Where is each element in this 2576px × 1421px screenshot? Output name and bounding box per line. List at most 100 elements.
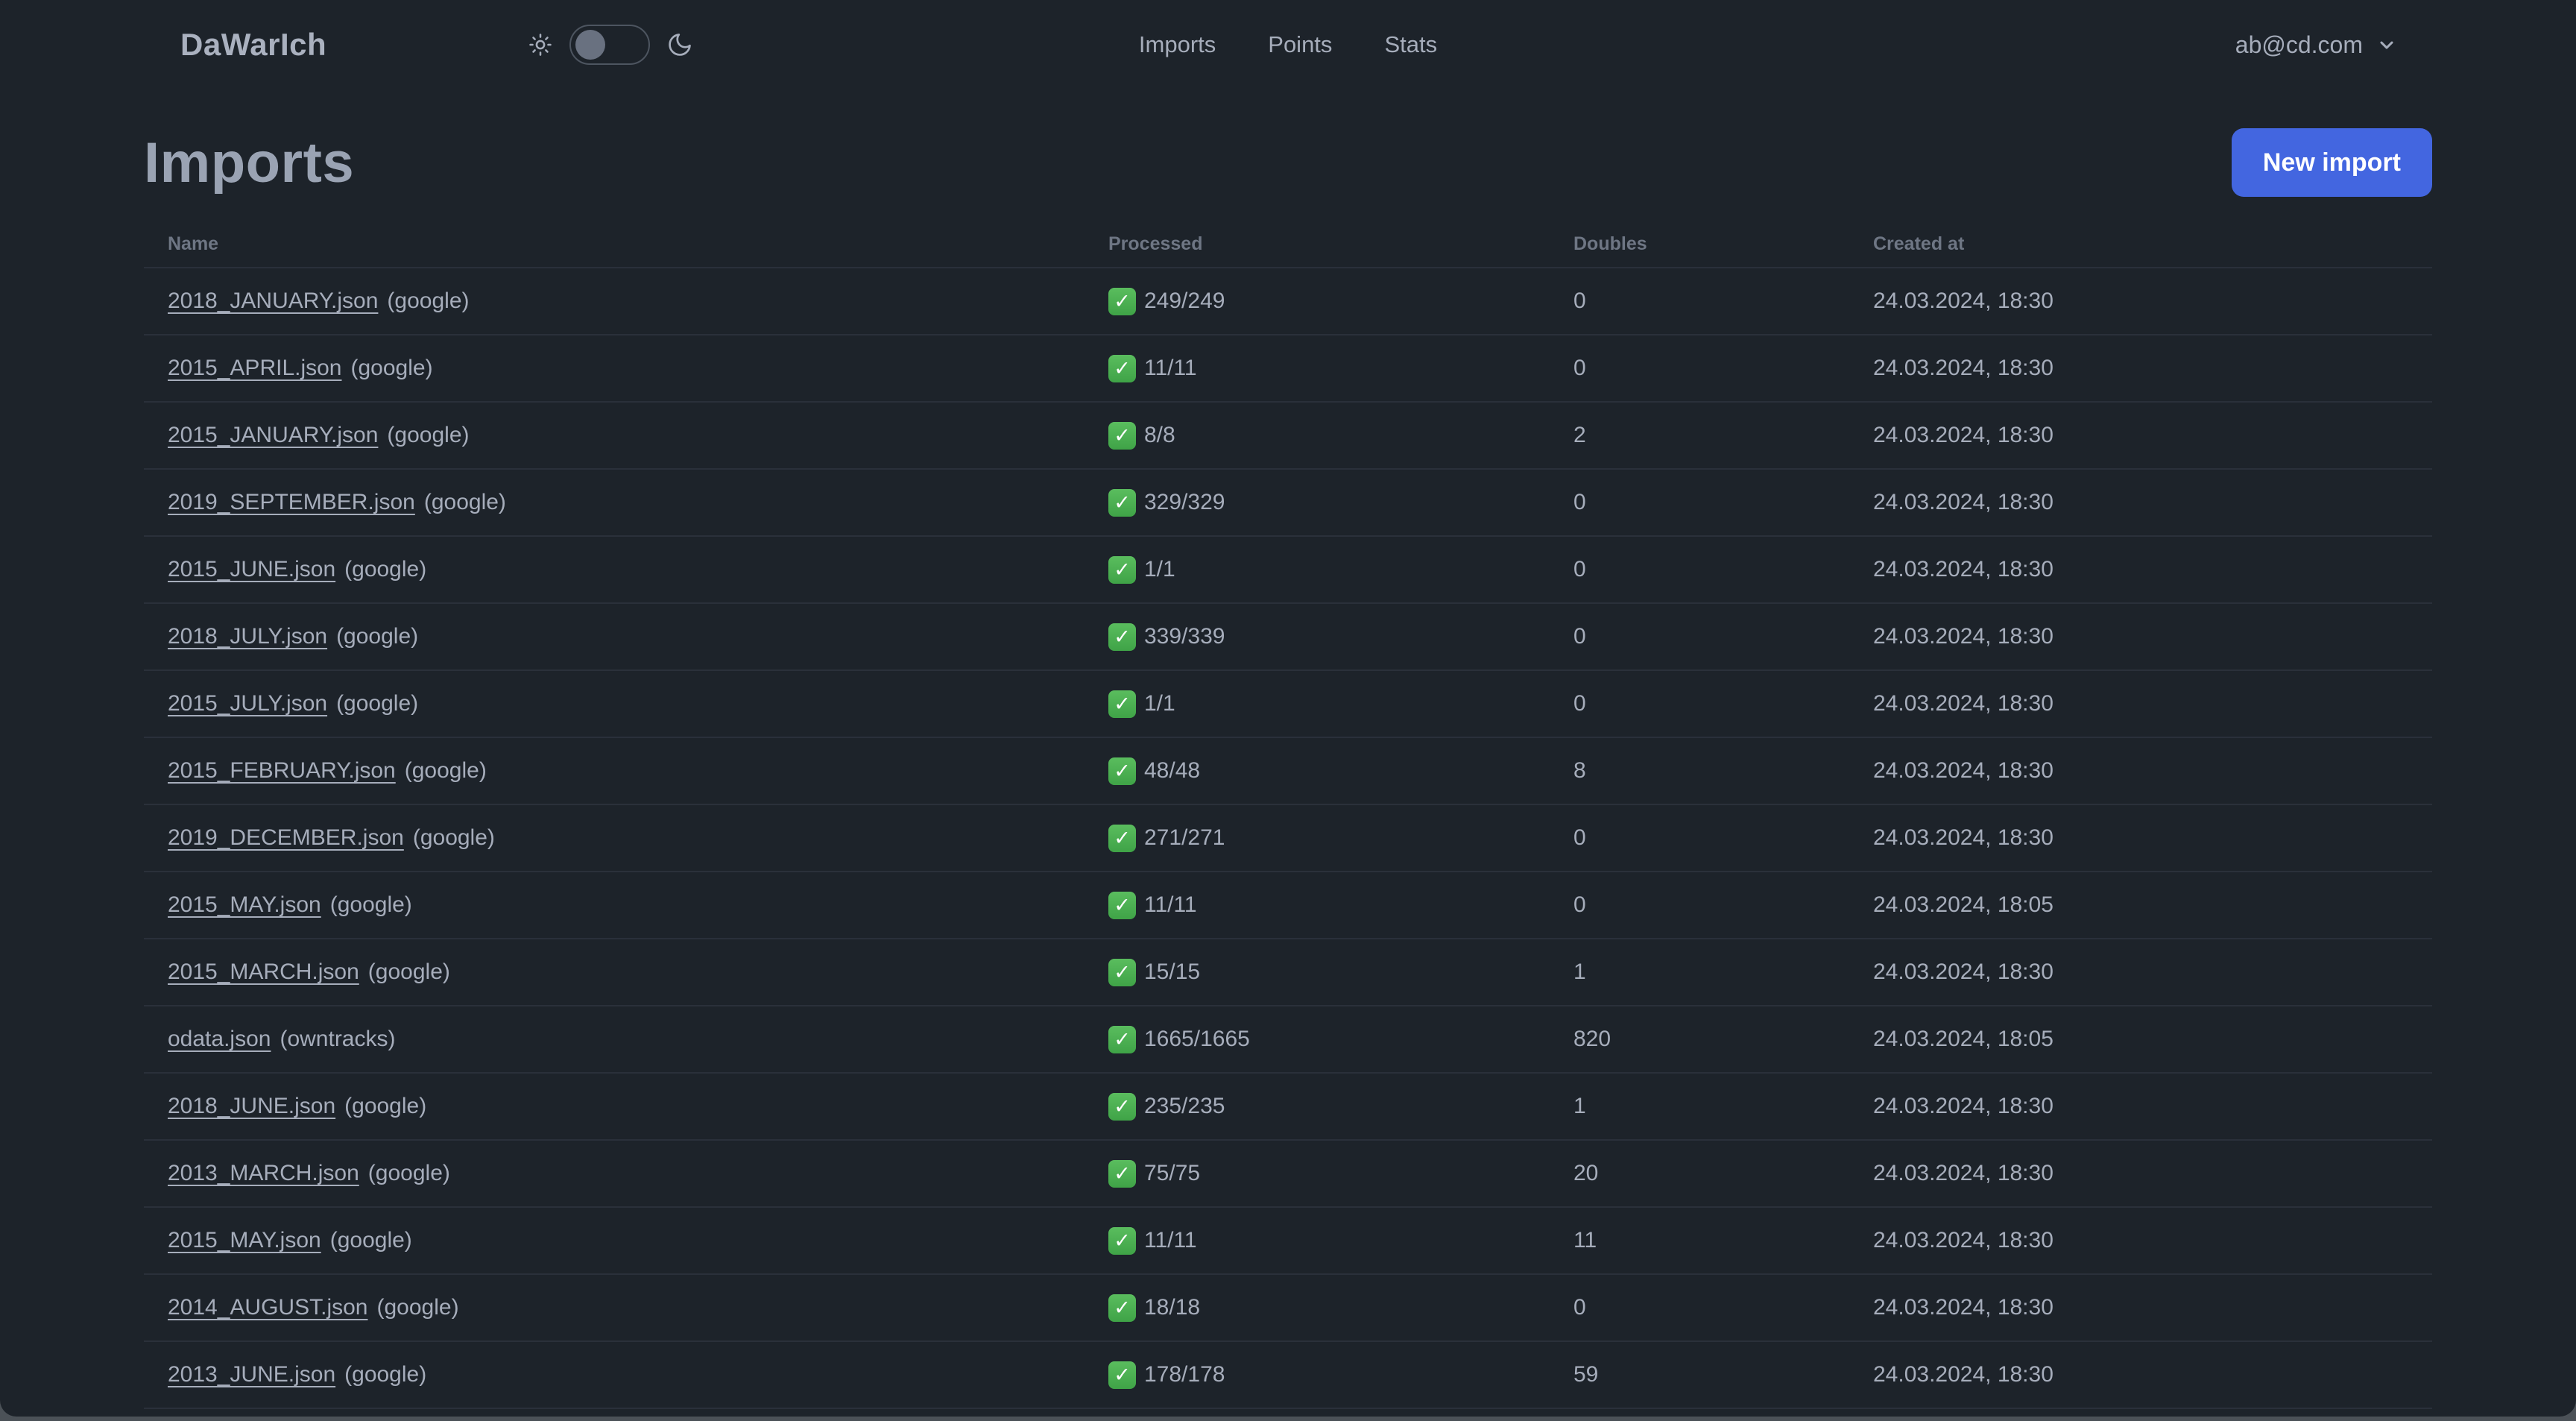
table-row: 2013_JUNE.json (google) ✓ 178/178 59 24.… xyxy=(144,1340,2432,1408)
import-file-link[interactable]: 2015_JULY.json xyxy=(168,691,327,716)
import-file-link[interactable]: 2019_SEPTEMBER.json xyxy=(168,490,415,515)
import-file-link[interactable]: odata.json xyxy=(168,1027,271,1052)
name-cell: 2019_DECEMBER.json (google) xyxy=(144,825,1108,851)
import-file-link[interactable]: 2015_MARCH.json xyxy=(168,960,359,985)
import-file-link[interactable]: 2013_JUNE.json xyxy=(168,1362,335,1387)
import-file-link[interactable]: 2019_DECEMBER.json xyxy=(168,825,404,851)
import-source: (owntracks) xyxy=(280,1027,396,1051)
table-row: 2015_MAY.json (google) ✓ 11/11 0 24.03.2… xyxy=(144,871,2432,938)
import-file-link[interactable]: 2015_JUNE.json xyxy=(168,557,335,582)
table-body: 2018_JANUARY.json (google) ✓ 249/249 0 2… xyxy=(144,267,2432,1408)
import-file-link[interactable]: 2015_FEBRUARY.json xyxy=(168,758,396,784)
column-header-processed: Processed xyxy=(1108,233,1203,254)
processed-cell: ✓ 249/249 xyxy=(1108,287,1573,315)
navbar-right: ab@cd.com xyxy=(2235,31,2397,59)
name-cell: 2018_JUNE.json (google) xyxy=(144,1094,1108,1119)
table-row: 2015_JANUARY.json (google) ✓ 8/8 2 24.03… xyxy=(144,401,2432,468)
table-header-row: Name Processed Doubles Created at xyxy=(144,219,2432,267)
page-head: Imports New import xyxy=(144,125,2432,200)
name-cell: 2015_FEBRUARY.json (google) xyxy=(144,758,1108,784)
page-title: Imports xyxy=(144,130,355,195)
doubles-cell: 11 xyxy=(1573,1228,1597,1253)
import-file-link[interactable]: 2015_MAY.json xyxy=(168,892,321,918)
theme-toggle-switch[interactable] xyxy=(569,25,651,65)
processed-cell: ✓ 18/18 xyxy=(1108,1294,1573,1322)
name-cell: 2015_JULY.json (google) xyxy=(144,691,1108,716)
chevron-down-icon xyxy=(2376,34,2397,55)
table-row: 2018_JULY.json (google) ✓ 339/339 0 24.0… xyxy=(144,602,2432,669)
name-cell: 2018_JANUARY.json (google) xyxy=(144,289,1108,314)
table-row: 2019_SEPTEMBER.json (google) ✓ 329/329 0… xyxy=(144,468,2432,535)
import-file-link[interactable]: 2018_JANUARY.json xyxy=(168,289,378,314)
processed-count: 1/1 xyxy=(1144,557,1175,582)
processed-count: 329/329 xyxy=(1144,490,1225,514)
table-row: 2014_AUGUST.json (google) ✓ 18/18 0 24.0… xyxy=(144,1273,2432,1340)
doubles-cell: 0 xyxy=(1573,825,1586,850)
created-at-cell: 24.03.2024, 18:30 xyxy=(1873,1362,2053,1387)
table-row: 2018_JUNE.json (google) ✓ 235/235 1 24.0… xyxy=(144,1072,2432,1139)
doubles-cell: 0 xyxy=(1573,557,1586,582)
processed-count: 11/11 xyxy=(1144,356,1197,380)
import-source: (google) xyxy=(404,758,487,783)
created-at-cell: 24.03.2024, 18:30 xyxy=(1873,1228,2053,1253)
brand-logo[interactable]: DaWarIch xyxy=(180,27,326,63)
doubles-cell: 8 xyxy=(1573,758,1586,783)
new-import-button[interactable]: New import xyxy=(2231,128,2432,197)
table-row: 2015_JULY.json (google) ✓ 1/1 0 24.03.20… xyxy=(144,669,2432,737)
content-card: DaWarIch Imports Points Stats ab@cd.com … xyxy=(0,0,2576,1417)
check-icon: ✓ xyxy=(1108,1361,1136,1389)
import-source: (google) xyxy=(344,1094,427,1118)
account-email: ab@cd.com xyxy=(2235,31,2363,58)
import-file-link[interactable]: 2014_AUGUST.json xyxy=(168,1295,367,1320)
table-row: 2015_MAY.json (google) ✓ 11/11 11 24.03.… xyxy=(144,1206,2432,1273)
name-cell: 2015_MAY.json (google) xyxy=(144,1228,1108,1253)
doubles-cell: 2 xyxy=(1573,423,1586,447)
processed-cell: ✓ 339/339 xyxy=(1108,623,1573,651)
import-file-link[interactable]: 2015_MAY.json xyxy=(168,1228,321,1253)
table-row: 2015_MARCH.json (google) ✓ 15/15 1 24.03… xyxy=(144,938,2432,1005)
import-source: (google) xyxy=(367,960,450,984)
doubles-cell: 1 xyxy=(1573,1094,1586,1118)
name-cell: 2013_JUNE.json (google) xyxy=(144,1362,1108,1387)
check-icon: ✓ xyxy=(1108,958,1136,986)
nav-item-imports[interactable]: Imports xyxy=(1139,31,1216,58)
nav-item-stats[interactable]: Stats xyxy=(1384,31,1437,58)
import-file-link[interactable]: 2018_JUNE.json xyxy=(168,1094,335,1119)
name-cell: 2018_JULY.json (google) xyxy=(144,624,1108,649)
import-source: (google) xyxy=(367,1161,450,1185)
processed-cell: ✓ 235/235 xyxy=(1108,1092,1573,1121)
processed-cell: ✓ 11/11 xyxy=(1108,891,1573,919)
processed-count: 15/15 xyxy=(1144,960,1201,984)
import-source: (google) xyxy=(344,557,427,582)
account-menu-button[interactable]: ab@cd.com xyxy=(2235,31,2397,59)
doubles-cell: 59 xyxy=(1573,1362,1599,1387)
processed-count: 8/8 xyxy=(1144,423,1175,447)
created-at-cell: 24.03.2024, 18:30 xyxy=(1873,758,2053,783)
created-at-cell: 24.03.2024, 18:30 xyxy=(1873,825,2053,850)
moon-icon xyxy=(666,31,693,58)
theme-toggle xyxy=(528,25,693,65)
import-file-link[interactable]: 2015_APRIL.json xyxy=(168,356,342,381)
processed-count: 271/271 xyxy=(1144,825,1225,850)
doubles-cell: 0 xyxy=(1573,691,1586,716)
processed-cell: ✓ 329/329 xyxy=(1108,488,1573,517)
main-content: Imports New import Name Processed Double… xyxy=(144,125,2432,1417)
import-file-link[interactable]: 2018_JULY.json xyxy=(168,624,327,649)
doubles-cell: 820 xyxy=(1573,1027,1611,1051)
doubles-cell: 0 xyxy=(1573,490,1586,514)
check-icon: ✓ xyxy=(1108,757,1136,785)
name-cell: 2019_SEPTEMBER.json (google) xyxy=(144,490,1108,515)
created-at-cell: 24.03.2024, 18:05 xyxy=(1873,1027,2053,1051)
created-at-cell: 24.03.2024, 18:30 xyxy=(1873,356,2053,380)
import-file-link[interactable]: 2013_MARCH.json xyxy=(168,1161,359,1186)
doubles-cell: 0 xyxy=(1573,289,1586,313)
nav-item-points[interactable]: Points xyxy=(1268,31,1332,58)
doubles-cell: 0 xyxy=(1573,624,1586,649)
name-cell: 2015_JANUARY.json (google) xyxy=(144,423,1108,448)
created-at-cell: 24.03.2024, 18:30 xyxy=(1873,691,2053,716)
processed-cell: ✓ 75/75 xyxy=(1108,1159,1573,1188)
table-row: 2015_FEBRUARY.json (google) ✓ 48/48 8 24… xyxy=(144,737,2432,804)
check-icon: ✓ xyxy=(1108,891,1136,919)
processed-cell: ✓ 11/11 xyxy=(1108,1226,1573,1255)
import-file-link[interactable]: 2015_JANUARY.json xyxy=(168,423,378,448)
